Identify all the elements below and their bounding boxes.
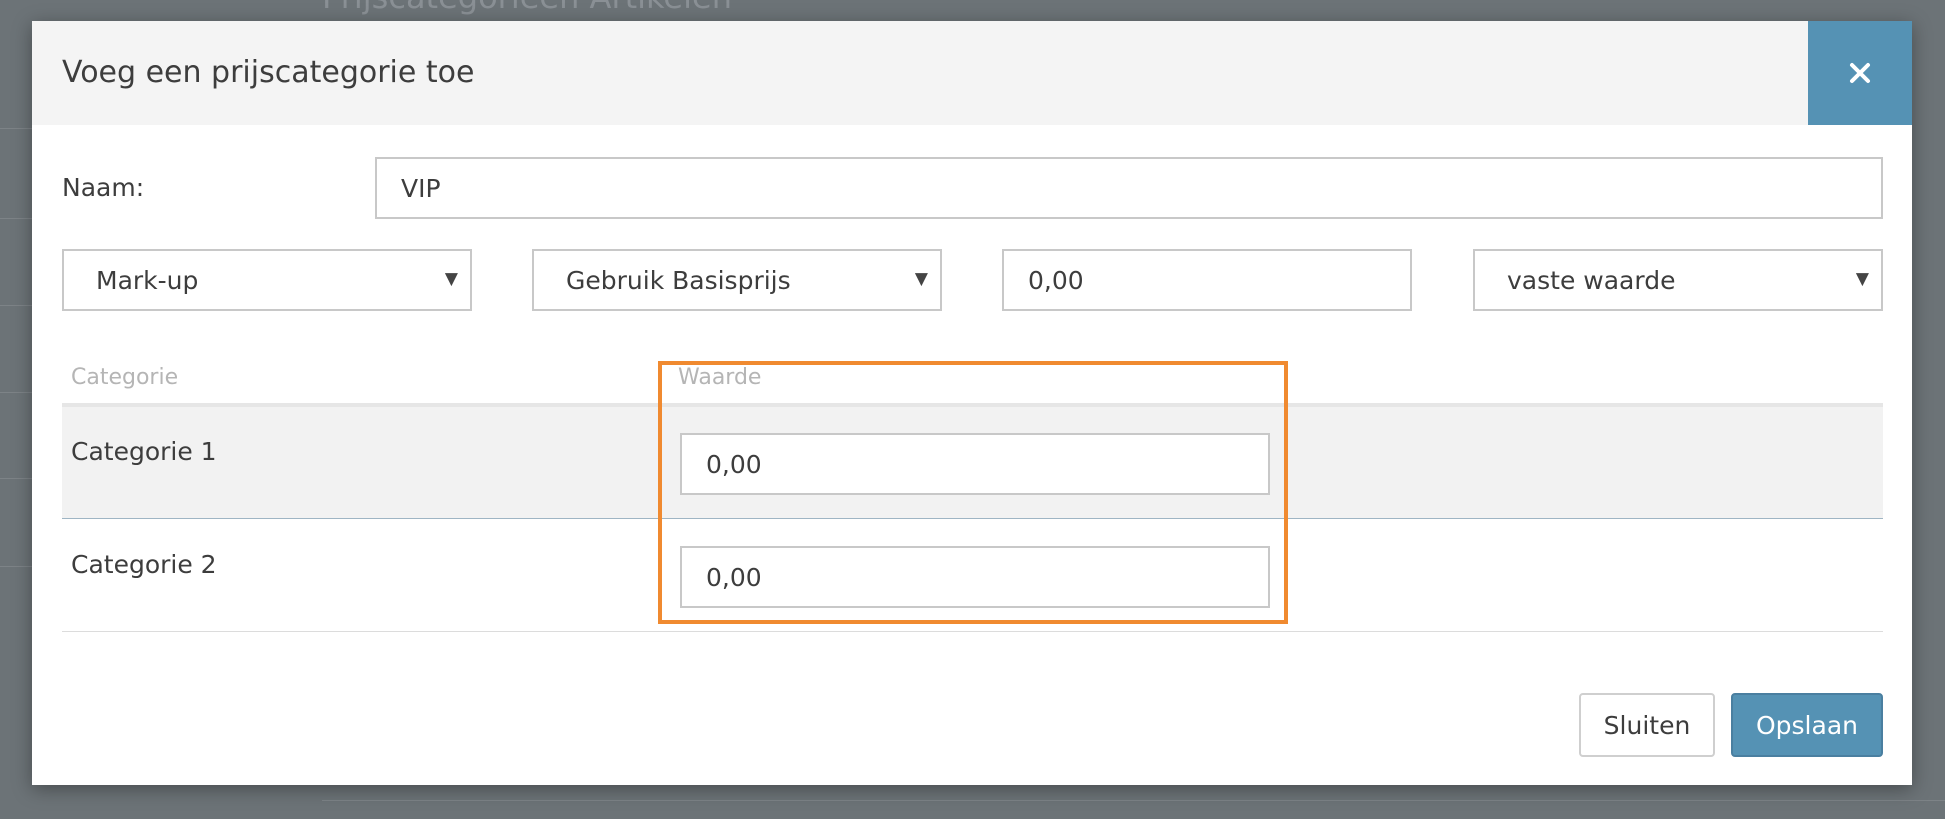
category-value-input[interactable]: 0,00: [680, 546, 1270, 608]
type-select-value: Mark-up: [96, 265, 199, 295]
column-header-value: Waarde: [678, 365, 762, 390]
background-divider: [0, 305, 32, 306]
value-mode-select[interactable]: vaste waarde ▼: [1473, 249, 1883, 311]
background-divider: [0, 566, 32, 567]
value-mode-select-value: vaste waarde: [1507, 265, 1676, 295]
base-price-select-value: Gebruik Basisprijs: [566, 265, 791, 295]
dialog-title: Voeg een prijscategorie toe: [62, 55, 475, 90]
type-select[interactable]: Mark-up ▼: [62, 249, 472, 311]
amount-input[interactable]: 0,00: [1002, 249, 1412, 311]
dropdown-arrow-icon: ▼: [444, 269, 458, 289]
category-label: Categorie 1: [71, 437, 217, 466]
close-icon: [1850, 63, 1870, 83]
name-input[interactable]: VIP: [375, 157, 1883, 219]
close-dialog-button[interactable]: Sluiten: [1579, 693, 1715, 757]
category-label: Categorie 2: [71, 550, 217, 579]
dropdown-arrow-icon: ▼: [1855, 269, 1869, 289]
background-page-title: Prijscategorieën Artikelen: [322, 0, 732, 16]
base-price-select[interactable]: Gebruik Basisprijs ▼: [532, 249, 942, 311]
background-divider: [0, 218, 32, 219]
add-price-category-dialog: Voeg een prijscategorie toe Naam: VIP Ma…: [32, 21, 1912, 785]
dropdown-arrow-icon: ▼: [914, 269, 928, 289]
column-header-category: Categorie: [71, 365, 179, 390]
close-button[interactable]: [1808, 21, 1912, 125]
background-divider: [0, 128, 32, 129]
name-label: Naam:: [62, 173, 145, 202]
category-value-input[interactable]: 0,00: [680, 433, 1270, 495]
save-button[interactable]: Opslaan: [1731, 693, 1883, 757]
dialog-header: Voeg een prijscategorie toe: [32, 21, 1912, 125]
background-divider: [322, 800, 1945, 801]
background-divider: [0, 392, 32, 393]
background-divider: [0, 478, 32, 479]
